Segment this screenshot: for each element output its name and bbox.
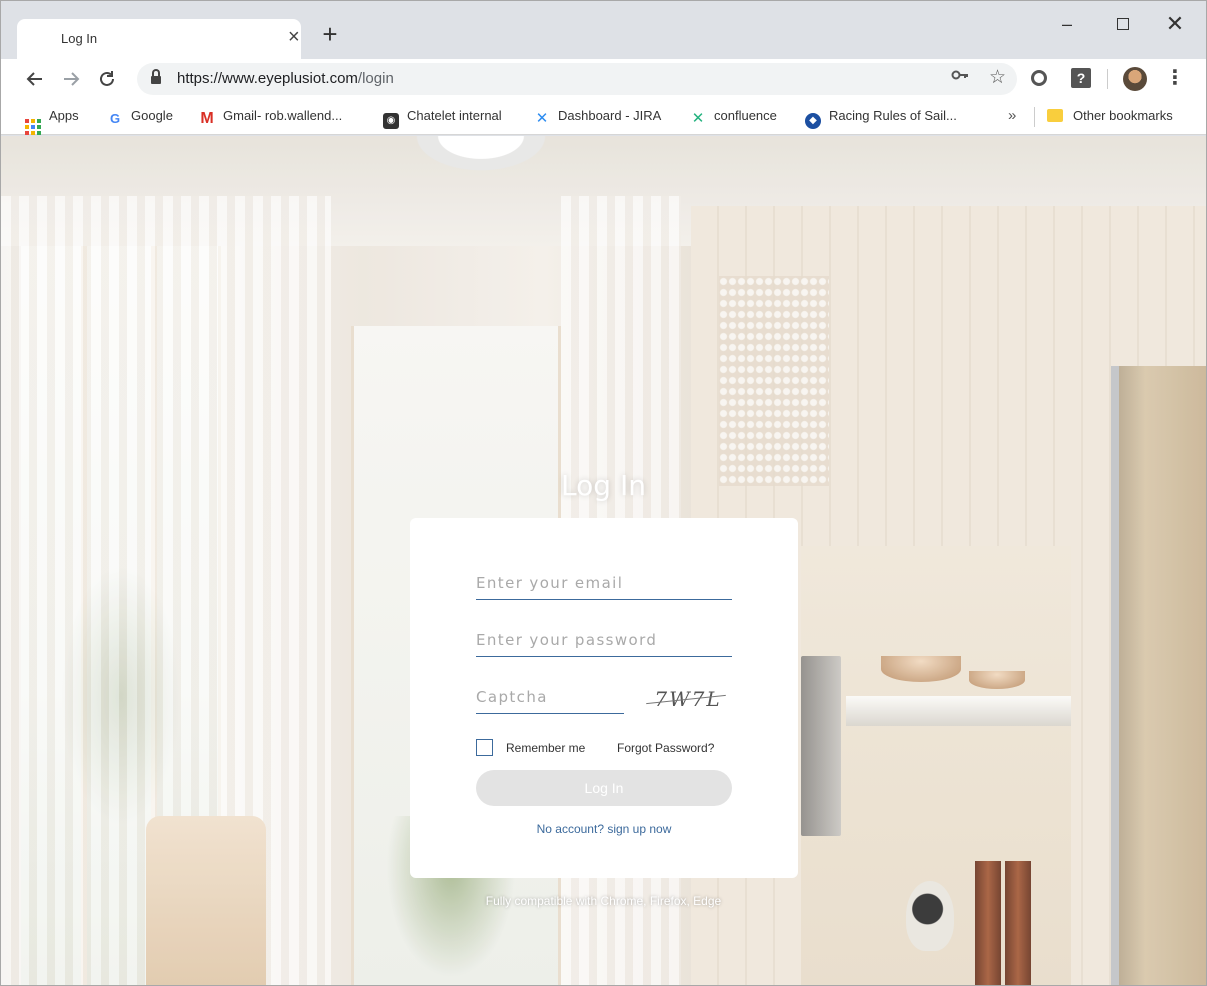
browser-window: Log In × + – ✕ https://www.eyeplusiot.co… bbox=[0, 0, 1207, 986]
jira-icon: ✕ bbox=[535, 110, 549, 127]
email-input[interactable] bbox=[476, 568, 732, 598]
captcha-field-wrapper bbox=[476, 682, 624, 714]
login-card: 7W7L Remember me Forgot Password? Log In… bbox=[410, 518, 798, 878]
bookmark-racing-rules[interactable]: ◆ Racing Rules of Sail... bbox=[805, 108, 957, 129]
bookmark-star-icon[interactable]: ☆ bbox=[989, 66, 1006, 89]
compatibility-note: Fully compatible with Chrome, Firefox, E… bbox=[485, 894, 722, 908]
password-input[interactable] bbox=[476, 625, 732, 655]
key-icon[interactable] bbox=[951, 68, 969, 87]
email-field-wrapper bbox=[476, 568, 732, 600]
login-button[interactable]: Log In bbox=[476, 770, 732, 806]
extension-circle-icon[interactable] bbox=[1031, 70, 1047, 86]
bookmark-jira[interactable]: ✕ Dashboard - JIRA bbox=[534, 108, 662, 127]
bookmarks-bar: Apps G Google M Gmail- rob.wallend... ◉ Cha… bbox=[1, 99, 1206, 135]
toolbar-divider bbox=[1107, 69, 1108, 89]
login-page: Log In 7W7L Remember me Forgot Password?… bbox=[1, 136, 1206, 985]
back-button[interactable] bbox=[21, 65, 49, 93]
extension-help-icon[interactable]: ? bbox=[1071, 68, 1091, 88]
camera-icon: ◉ bbox=[383, 113, 399, 129]
bookmark-chatelet[interactable]: ◉ Chatelet internal bbox=[383, 108, 502, 129]
tab-login[interactable]: Log In × bbox=[17, 19, 301, 59]
bookmark-confluence[interactable]: ✕ confluence bbox=[690, 108, 777, 127]
gmail-icon: M bbox=[200, 110, 214, 127]
password-field-wrapper bbox=[476, 625, 732, 657]
google-icon: G bbox=[109, 111, 121, 126]
folder-icon bbox=[1047, 109, 1063, 122]
signup-link[interactable]: No account? sign up now bbox=[410, 822, 798, 836]
tab-close-icon[interactable]: × bbox=[288, 27, 300, 47]
racing-rules-icon: ◆ bbox=[805, 113, 821, 129]
captcha-image[interactable]: 7W7L bbox=[642, 684, 734, 714]
forgot-password-link[interactable]: Forgot Password? bbox=[617, 741, 714, 755]
forward-arrow-icon bbox=[64, 72, 80, 86]
bookmark-gmail[interactable]: M Gmail- rob.wallend... bbox=[199, 108, 342, 127]
apps-grid-icon bbox=[25, 119, 41, 135]
forward-button[interactable] bbox=[57, 65, 85, 93]
tab-title: Log In bbox=[61, 31, 98, 46]
bookmark-google[interactable]: G Google bbox=[107, 108, 173, 127]
reload-icon bbox=[100, 71, 114, 86]
browser-menu-icon[interactable]: ⋮ bbox=[1165, 65, 1185, 90]
reload-button[interactable] bbox=[93, 65, 121, 93]
login-title: Log In bbox=[561, 469, 646, 502]
new-tab-button[interactable]: + bbox=[318, 21, 342, 47]
bookmark-other[interactable]: Other bookmarks bbox=[1047, 108, 1173, 123]
profile-avatar[interactable] bbox=[1123, 67, 1147, 91]
tab-strip: Log In × + – ✕ bbox=[1, 1, 1206, 59]
lock-icon bbox=[151, 69, 161, 85]
address-bar[interactable]: https://www.eyeplusiot.com/login ☆ bbox=[137, 63, 1017, 95]
bookmark-apps[interactable]: Apps bbox=[25, 108, 79, 135]
remember-me-label: Remember me bbox=[506, 741, 586, 755]
browser-toolbar: https://www.eyeplusiot.com/login ☆ ? ⋮ bbox=[1, 59, 1206, 99]
more-bookmarks-icon[interactable]: » bbox=[1008, 107, 1016, 124]
maximize-icon bbox=[1117, 18, 1129, 30]
url-text: https://www.eyeplusiot.com/login bbox=[177, 70, 394, 87]
minimize-button[interactable]: – bbox=[1053, 13, 1081, 37]
bookmarks-divider bbox=[1034, 107, 1035, 127]
confluence-icon: ✕ bbox=[691, 110, 705, 127]
back-arrow-icon bbox=[26, 72, 42, 86]
maximize-button[interactable] bbox=[1109, 13, 1137, 37]
remember-me-checkbox[interactable] bbox=[476, 739, 493, 756]
close-window-button[interactable]: ✕ bbox=[1161, 13, 1189, 37]
captcha-input[interactable] bbox=[476, 682, 624, 712]
